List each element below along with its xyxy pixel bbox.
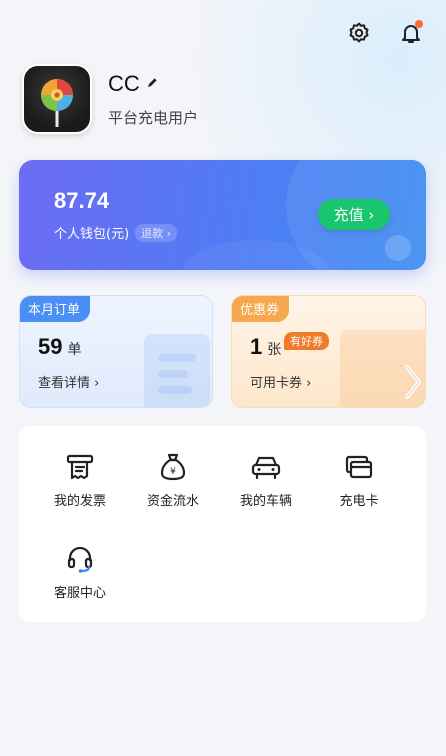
chevron-right-icon[interactable] — [398, 360, 428, 404]
tool-label: 客服中心 — [53, 586, 106, 601]
headset-icon — [63, 542, 97, 576]
coupons-count: 1 — [250, 334, 263, 359]
tool-label: 我的发票 — [53, 494, 106, 509]
user-type-label: 平台充电用户 — [108, 108, 199, 127]
user-name: CC — [108, 70, 140, 96]
tool-label: 资金流水 — [146, 494, 199, 509]
good-coupon-badge: 有好券 — [284, 332, 329, 350]
svg-text:¥: ¥ — [170, 467, 176, 477]
avatar[interactable] — [22, 64, 92, 134]
top-toolbar — [344, 18, 426, 48]
tool-invoice[interactable]: 我的发票 — [40, 450, 120, 509]
orders-unit: 单 — [67, 342, 82, 358]
monthly-orders-card[interactable]: 本月订单 59 单 查看详情 › — [19, 295, 213, 408]
wallet-balance: 87.74 — [54, 188, 110, 213]
coupons-card[interactable]: 优惠券 1 张 有好券 可用卡券 › — [231, 295, 426, 408]
wallet-card[interactable]: 87.74 个人钱包(元) 退款 › 充值 › — [19, 160, 426, 270]
notification-dot — [415, 20, 423, 28]
tool-label: 充电卡 — [339, 494, 379, 509]
coupons-tag: 优惠券 — [232, 296, 290, 322]
coupons-unit: 张 — [267, 342, 282, 358]
tool-my-vehicle[interactable]: 我的车辆 — [226, 450, 306, 509]
orders-count: 59 — [38, 334, 63, 359]
car-icon — [249, 450, 283, 484]
tools-panel: 我的发票 ¥ 资金流水 我的车辆 充电卡 客服中心 — [19, 426, 426, 622]
recharge-button[interactable]: 充值 › — [318, 199, 390, 230]
invoice-icon — [63, 450, 97, 484]
tool-charging-card[interactable]: 充电卡 — [319, 450, 399, 509]
available-coupons-link[interactable]: 可用卡券 › — [250, 372, 311, 391]
tool-customer-service[interactable]: 客服中心 — [40, 542, 120, 601]
bell-icon[interactable] — [396, 18, 426, 48]
wallet-label: 个人钱包(元) — [54, 227, 130, 242]
document-decoration-icon — [144, 334, 210, 407]
refund-button[interactable]: 退款 › — [135, 223, 178, 242]
money-bag-icon: ¥ — [156, 450, 190, 484]
pencil-icon[interactable] — [146, 74, 160, 93]
gear-icon[interactable] — [344, 18, 374, 48]
wallet-decoration — [385, 235, 411, 261]
tool-label: 我的车辆 — [239, 494, 292, 509]
card-icon — [342, 450, 376, 484]
view-details-link[interactable]: 查看详情 › — [38, 372, 99, 391]
tool-fund-flow[interactable]: ¥ 资金流水 — [133, 450, 213, 509]
profile-section: CC 平台充电用户 — [22, 64, 198, 134]
orders-tag: 本月订单 — [20, 296, 91, 322]
